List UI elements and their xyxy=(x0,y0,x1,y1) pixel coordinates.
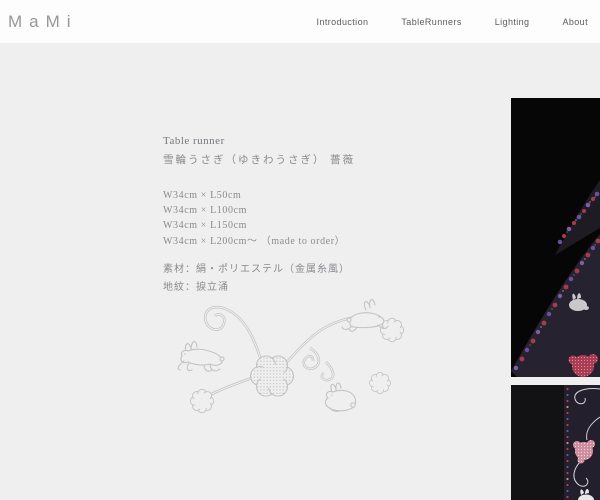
main-content: Table runner 雪輪うさぎ（ゆきわうさぎ） 薔薇 W34cm × L5… xyxy=(0,43,600,500)
main-nav: Introduction TableRunners Lighting About xyxy=(317,17,588,27)
product-copy: Table runner 雪輪うさぎ（ゆきわうさぎ） 薔薇 W34cm × L5… xyxy=(163,135,355,297)
photo-runner-flat[interactable] xyxy=(511,385,600,500)
size-item: W34cm × L100cm xyxy=(163,205,248,217)
nav-item-about[interactable]: About xyxy=(562,17,588,27)
leaping-rabbit-left xyxy=(177,341,225,372)
nav-item-lighting[interactable]: Lighting xyxy=(495,17,530,27)
dotted-flower-motif xyxy=(249,355,295,397)
sitting-rabbit xyxy=(324,382,357,412)
logo[interactable]: MaMi xyxy=(8,12,78,32)
rabbit-vine-illustration xyxy=(177,299,405,414)
size-item: W34cm × L150cm xyxy=(163,220,248,232)
product-title: Table runner xyxy=(163,135,225,147)
size-item: W34cm × L50cm xyxy=(163,190,242,201)
header: MaMi Introduction TableRunners Lighting … xyxy=(0,0,600,43)
photo-runner-rolled[interactable] xyxy=(511,98,600,377)
page: MaMi Introduction TableRunners Lighting … xyxy=(0,0,600,500)
size-item: W34cm × L200cm～ （made to order） xyxy=(163,235,346,247)
product-name-japanese: 雪輪うさぎ（ゆきわうさぎ） 薔薇 xyxy=(163,155,356,166)
nav-item-tablerunners[interactable]: TableRunners xyxy=(401,17,461,27)
nav-item-introduction[interactable]: Introduction xyxy=(317,17,369,27)
snow-ring-cloud xyxy=(189,317,405,414)
leaping-rabbit-right xyxy=(341,299,389,332)
material-line: 素材：絹・ポリエステル（金属糸風） xyxy=(163,263,350,275)
size-list: W34cm × L50cm W34cm × L100cm W34cm × L15… xyxy=(163,188,355,249)
